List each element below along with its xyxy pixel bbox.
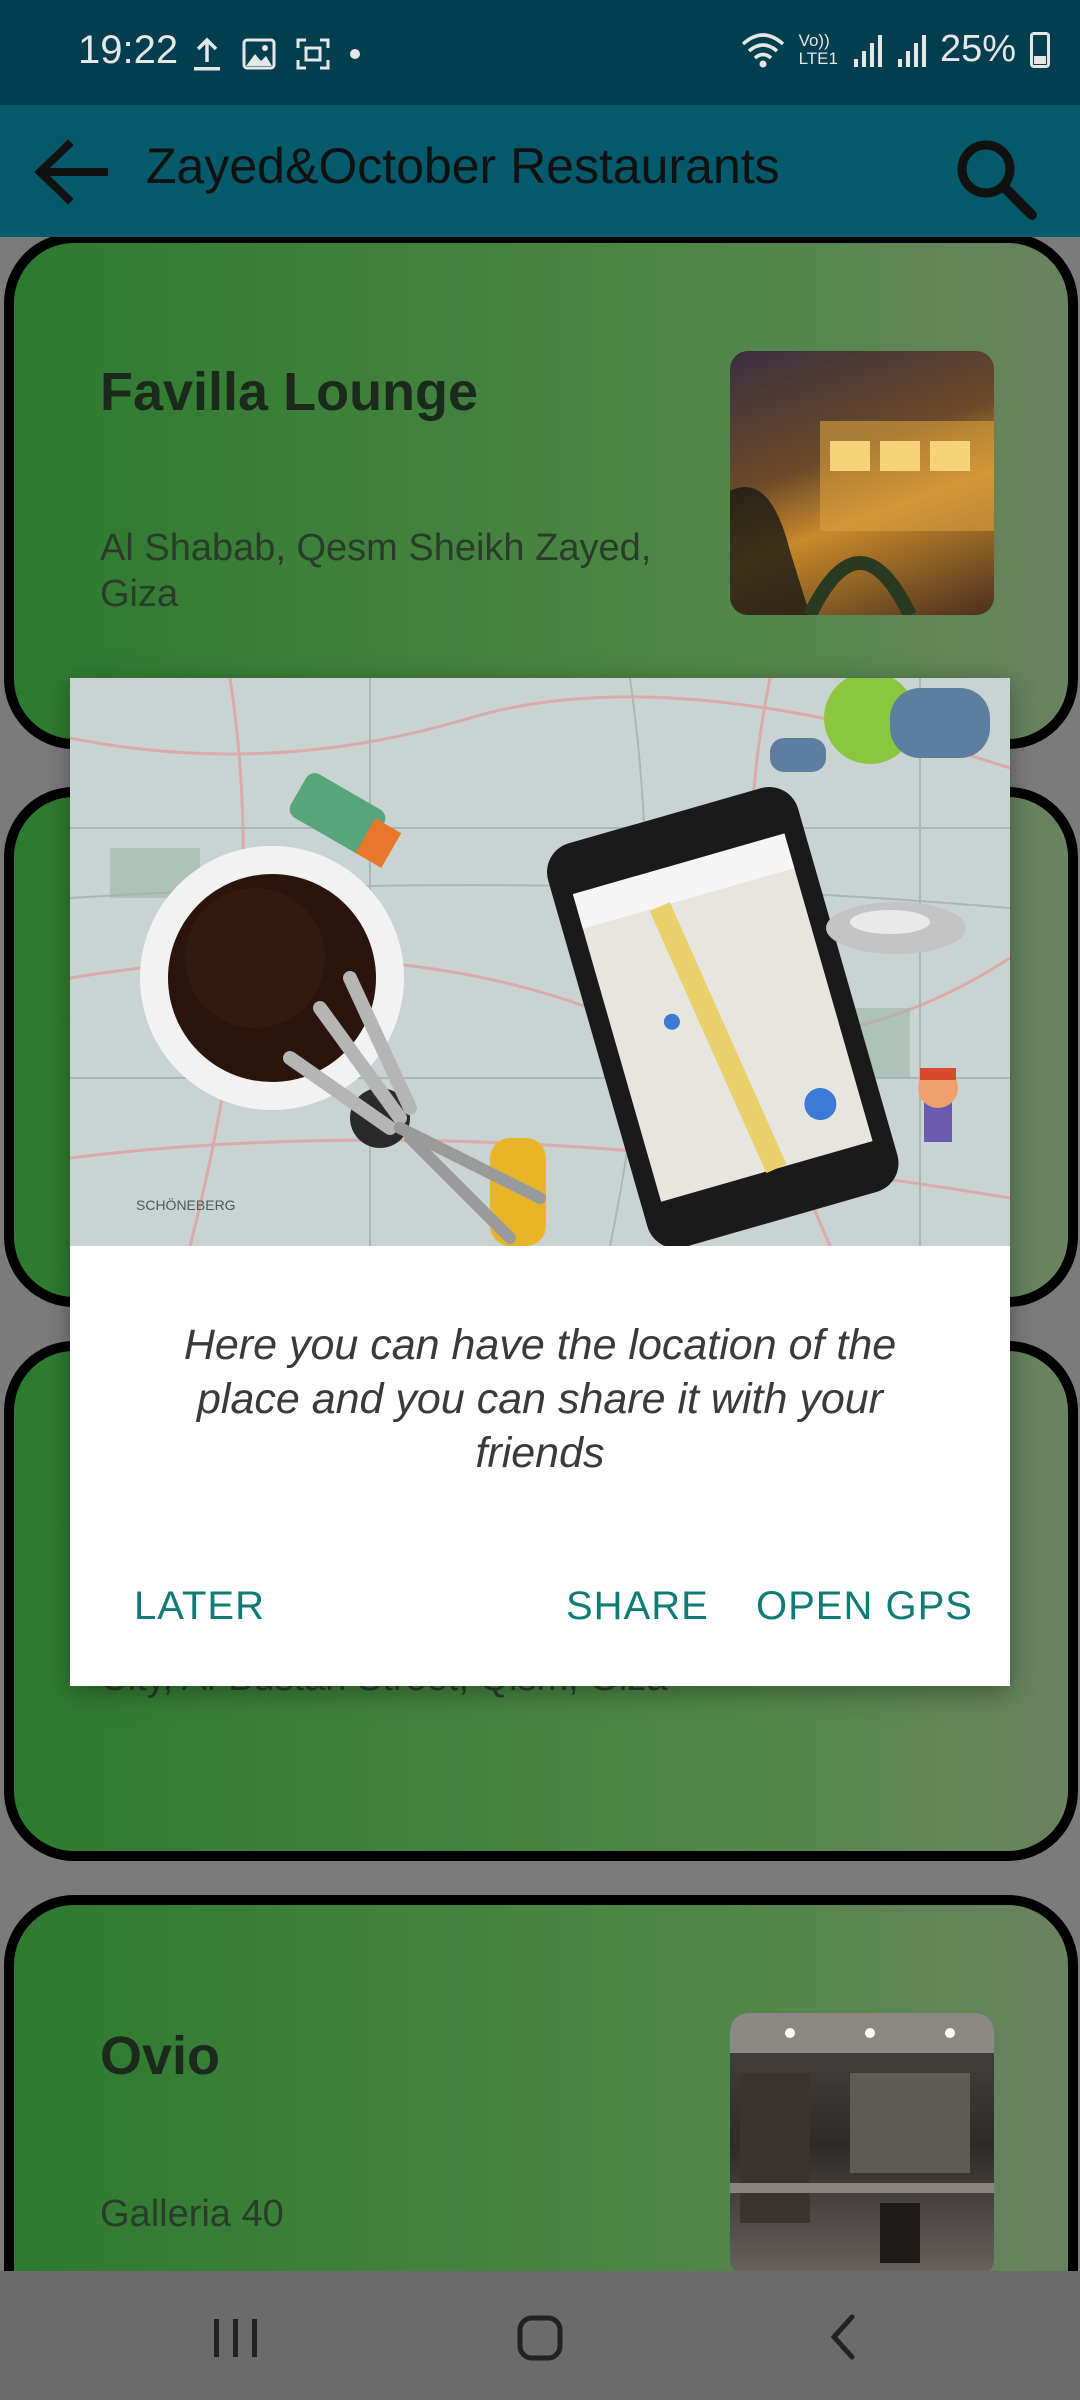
restaurant-card[interactable]: Favilla Lounge Al Shabab, Qesm Sheikh Za… [4, 237, 1078, 749]
navigation-bar [0, 2271, 1080, 2400]
dialog-message: Here you can have the location of the pl… [183, 1321, 897, 1477]
later-button[interactable]: LATER [134, 1584, 265, 1629]
volte-icon: Vo)) LTE1 [798, 30, 838, 68]
restaurant-name: Ovio [100, 2026, 221, 2086]
image-icon [242, 38, 276, 70]
volte-label: Vo)) [798, 30, 830, 50]
upload-icon [194, 37, 220, 71]
arrow-back-icon[interactable] [26, 127, 116, 217]
lte-label: LTE1 [798, 48, 838, 68]
status-icons-right: Vo)) LTE1 25% [741, 28, 1050, 71]
map-illustration: SCHÖNEBERG [70, 678, 1010, 1246]
status-time: 19:22 [78, 28, 179, 72]
dot-icon [350, 49, 360, 59]
restaurant-image [730, 2013, 994, 2271]
signal-icon [897, 34, 926, 67]
restaurant-card[interactable]: Ovio Galleria 40 [4, 1895, 1078, 2271]
search-icon[interactable] [946, 129, 1046, 229]
battery-percent: 25% [939, 28, 1016, 70]
info-dialog: SCHÖNEBERG Here you can have the locatio… [70, 678, 1010, 1686]
share-button[interactable]: SHARE [566, 1584, 709, 1629]
app-bar: Zayed&October Restaurants [0, 105, 1080, 237]
status-icons-left [192, 32, 360, 76]
home-icon[interactable] [500, 2297, 580, 2377]
wifi-icon [741, 32, 784, 67]
screenshot-icon [296, 38, 330, 70]
open-gps-button[interactable]: OPEN GPS [756, 1584, 973, 1629]
signal-icon [853, 34, 882, 67]
restaurant-address: Al Shabab, Qesm Sheikh Zayed, Giza [100, 527, 652, 615]
battery-icon [1030, 31, 1050, 68]
svg-text:SCHÖNEBERG: SCHÖNEBERG [136, 1196, 236, 1213]
restaurant-address: Galleria 40 [100, 2193, 284, 2235]
status-bar: 19:22 Vo)) LTE1 25% [0, 0, 1080, 105]
restaurant-image [730, 351, 994, 615]
recents-icon[interactable] [196, 2297, 276, 2377]
restaurant-name: Favilla Lounge [100, 362, 479, 422]
back-icon[interactable] [804, 2297, 884, 2377]
page-title: Zayed&October Restaurants [146, 138, 780, 194]
